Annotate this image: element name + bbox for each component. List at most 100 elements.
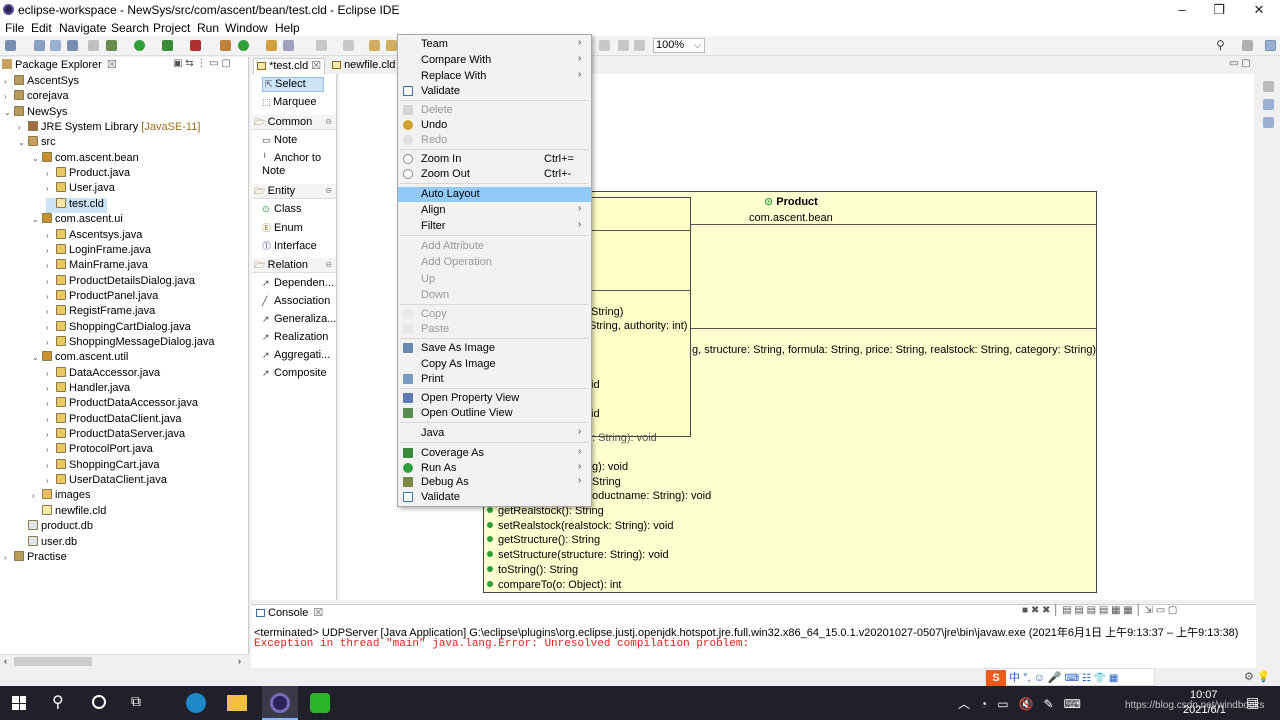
chevron-down-icon[interactable]: ⌄ <box>32 215 42 224</box>
chevron-down-icon[interactable]: ⌄ <box>32 154 42 163</box>
palette-select[interactable]: ⇱ Select <box>262 77 324 92</box>
ime-toolbar[interactable]: S 中 °, ☺ 🎤 ⌨ ☷ 👕 ▦ <box>985 668 1155 686</box>
chevron-right-icon[interactable]: › <box>46 184 56 193</box>
tree-item-com-ascent-bean[interactable]: ⌄ com.ascent.bean <box>32 151 142 167</box>
zoom-combo[interactable]: 100% ⌵ <box>653 38 705 53</box>
menu-item-copy-as-image[interactable]: Copy As Image <box>398 357 591 372</box>
palette-item-note[interactable]: ▭ Note <box>262 134 297 146</box>
menu-help[interactable]: Help <box>275 21 300 35</box>
tree-item-images[interactable]: › images <box>32 489 93 504</box>
menu-item-debug-as[interactable]: Debug As › <box>398 475 591 490</box>
collapse-icon[interactable]: ⊖ <box>325 115 332 129</box>
tree-item-productdetailsdialog-java[interactable]: › ProductDetailsDialog.java <box>46 274 198 290</box>
collapse-icon[interactable]: ⊖ <box>325 184 332 198</box>
menu-item-down[interactable]: Down <box>398 288 591 303</box>
menu-item-replace-with[interactable]: Replace With › <box>398 69 591 84</box>
scrollbar-thumb[interactable] <box>14 657 92 666</box>
tree-item-src[interactable]: ⌄ src <box>18 136 59 151</box>
tree-item-protocolport-java[interactable]: › ProtocolPort.java <box>46 443 156 458</box>
chevron-right-icon[interactable]: › <box>4 92 14 101</box>
tree-item-productdataaccessor-java[interactable]: › ProductDataAccessor.java <box>46 397 201 412</box>
match-height-icon[interactable] <box>634 40 645 51</box>
palette-item-association[interactable]: ╱ Association <box>262 295 330 307</box>
tree-item-mainframe-java[interactable]: › MainFrame.java <box>46 259 151 274</box>
menu-item-open-property-view[interactable]: Open Property View <box>398 391 591 406</box>
tree-item-productdataclient-java[interactable]: › ProductDataClient.java <box>46 412 185 428</box>
open-perspective-icon[interactable] <box>1242 40 1253 51</box>
menu-item-undo[interactable]: Undo <box>398 118 591 133</box>
chevron-right-icon[interactable]: › <box>4 77 14 86</box>
menu-item-print[interactable]: Print <box>398 372 591 387</box>
chevron-right-icon[interactable]: › <box>46 384 56 393</box>
menu-item-add-operation[interactable]: Add Operation <box>398 255 591 270</box>
tree-item-shoppingcartdialog-java[interactable]: › ShoppingCartDialog.java <box>46 320 194 336</box>
palette-item-dependen[interactable]: ↗ Dependen... <box>262 277 334 289</box>
palette-item-generaliza[interactable]: ↗ Generaliza... <box>262 313 336 325</box>
cortana-icon[interactable] <box>92 695 106 709</box>
skip-icon[interactable] <box>88 40 99 51</box>
tree-item-shoppingmessagedialog-java[interactable]: › ShoppingMessageDialog.java <box>46 335 218 351</box>
tree-item-user-db[interactable]: user.db <box>18 535 80 551</box>
tree-item-test-cld[interactable]: test.cld <box>46 197 107 213</box>
menu-item-java[interactable]: Java › <box>398 426 591 441</box>
chevron-down-icon[interactable]: ⌄ <box>32 353 42 362</box>
tray-icons[interactable]: ︿ ◔ ▭ 🔇 ✎ ⌨ <box>958 695 1081 712</box>
minimize-icon[interactable]: – <box>1172 2 1192 17</box>
menu-navigate[interactable]: Navigate <box>59 21 106 35</box>
taskbar-eclipse[interactable] <box>262 686 298 720</box>
class-method[interactable]: toString(): String <box>487 564 578 576</box>
next-annotation-icon[interactable] <box>316 40 327 51</box>
menu-item-zoom-out[interactable]: Zoom Out Ctrl+- <box>398 167 591 182</box>
chevron-right-icon[interactable]: › <box>46 277 56 286</box>
new-java-package-icon[interactable] <box>220 40 231 51</box>
menu-item-paste[interactable]: Paste <box>398 322 591 337</box>
task-view-icon[interactable]: ⧉ <box>131 693 141 710</box>
chevron-right-icon[interactable]: › <box>46 461 56 470</box>
tree-item-practise[interactable]: › Practise <box>4 550 70 566</box>
menu-item-redo[interactable]: Redo <box>398 133 591 148</box>
scroll-left-icon[interactable]: ‹ <box>4 656 7 666</box>
new-icon[interactable] <box>5 40 16 51</box>
java-perspective-icon[interactable] <box>1265 40 1276 51</box>
chevron-right-icon[interactable]: › <box>46 169 56 178</box>
chevron-right-icon[interactable]: › <box>18 123 28 132</box>
tree-item-product-db[interactable]: product.db <box>18 520 96 535</box>
problems-icon[interactable] <box>1263 117 1274 128</box>
chevron-right-icon[interactable]: › <box>46 246 56 255</box>
close-tab-icon[interactable]: ☒ <box>313 607 323 619</box>
palette-marquee[interactable]: ⬚ Marquee <box>262 96 316 108</box>
chevron-right-icon[interactable]: › <box>46 323 56 332</box>
tree-item-registframe-java[interactable]: › RegistFrame.java <box>46 305 158 320</box>
prev-annotation-icon[interactable] <box>343 40 354 51</box>
palette-item-aggregati[interactable]: ↗ Aggregati... <box>262 349 330 361</box>
chevron-right-icon[interactable]: › <box>46 338 56 347</box>
palette-group-relation[interactable]: 🗁 Relation ⊖ <box>252 258 336 273</box>
back-icon[interactable] <box>369 40 380 51</box>
menu-item-coverage-as[interactable]: Coverage As › <box>398 446 591 461</box>
tree-item-productpanel-java[interactable]: › ProductPanel.java <box>46 289 161 305</box>
chevron-right-icon[interactable]: › <box>46 430 56 439</box>
tree-item-userdataclient-java[interactable]: › UserDataClient.java <box>46 474 170 489</box>
menu-item-validate[interactable]: Validate <box>398 84 591 99</box>
palette-item-composite[interactable]: ↗ Composite <box>262 367 327 379</box>
close-tab-icon[interactable]: ☒ <box>311 60 321 72</box>
match-width-icon[interactable] <box>618 40 629 51</box>
close-tab-icon[interactable]: ☒ <box>107 59 117 71</box>
tree-item-loginframe-java[interactable]: › LoginFrame.java <box>46 243 154 259</box>
palette-group-common[interactable]: 🗁 Common ⊖ <box>252 115 336 130</box>
menu-item-open-outline-view[interactable]: Open Outline View <box>398 406 591 421</box>
tree-item-dataaccessor-java[interactable]: › DataAccessor.java <box>46 366 163 382</box>
chevron-right-icon[interactable]: › <box>32 491 42 500</box>
menu-run[interactable]: Run <box>197 21 219 35</box>
menu-item-delete[interactable]: Delete <box>398 103 591 118</box>
menu-item-auto-layout[interactable]: Auto Layout <box>398 187 591 202</box>
chevron-right-icon[interactable]: › <box>46 369 56 378</box>
editor-minimize-icon[interactable]: ▭ ▢ <box>1229 58 1251 69</box>
tree-item-user-java[interactable]: › User.java <box>46 182 118 197</box>
chevron-down-icon[interactable]: ⌄ <box>4 108 14 117</box>
chevron-right-icon[interactable]: › <box>46 399 56 408</box>
console-tab[interactable]: Console ☒ <box>256 606 323 619</box>
ime-tools-icon[interactable]: ⌨ ☷ 👕 ▦ <box>1065 673 1119 684</box>
menu-item-align[interactable]: Align › <box>398 203 591 218</box>
tree-item-newsys[interactable]: ⌄ NewSys <box>4 105 70 121</box>
